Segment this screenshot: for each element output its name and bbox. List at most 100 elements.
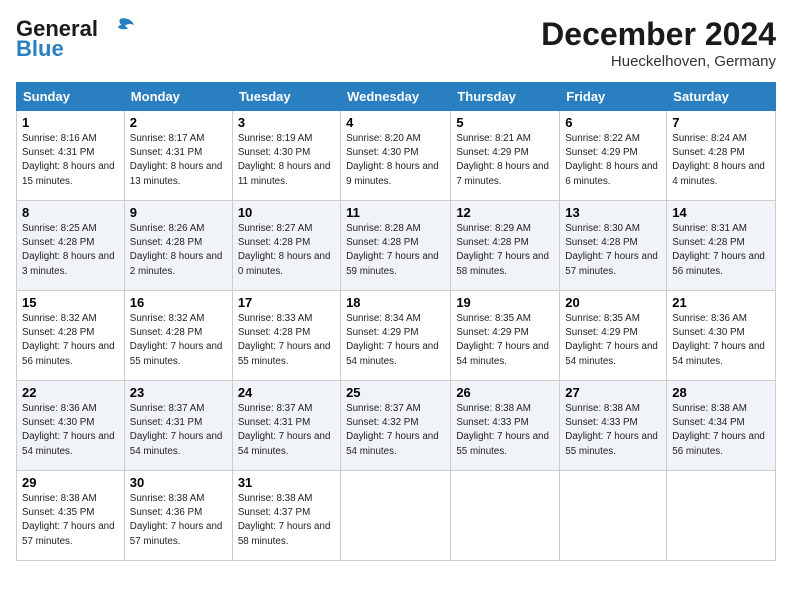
calendar-cell: 17 Sunrise: 8:33 AMSunset: 4:28 PMDaylig… xyxy=(232,291,340,381)
day-info: Sunrise: 8:37 AMSunset: 4:31 PMDaylight:… xyxy=(130,403,223,457)
calendar-cell: 13 Sunrise: 8:30 AMSunset: 4:28 PMDaylig… xyxy=(560,201,667,291)
day-number: 4 xyxy=(346,115,445,130)
day-number: 22 xyxy=(22,385,119,400)
calendar-cell: 30 Sunrise: 8:38 AMSunset: 4:36 PMDaylig… xyxy=(124,471,232,561)
weekday-header-wednesday: Wednesday xyxy=(341,83,451,111)
calendar-cell: 10 Sunrise: 8:27 AMSunset: 4:28 PMDaylig… xyxy=(232,201,340,291)
day-info: Sunrise: 8:17 AMSunset: 4:31 PMDaylight:… xyxy=(130,133,223,187)
calendar-cell: 4 Sunrise: 8:20 AMSunset: 4:30 PMDayligh… xyxy=(341,111,451,201)
month-title: December 2024 xyxy=(541,16,776,53)
day-info: Sunrise: 8:38 AMSunset: 4:33 PMDaylight:… xyxy=(456,403,549,457)
calendar-cell: 7 Sunrise: 8:24 AMSunset: 4:28 PMDayligh… xyxy=(667,111,776,201)
calendar-cell: 24 Sunrise: 8:37 AMSunset: 4:31 PMDaylig… xyxy=(232,381,340,471)
day-number: 19 xyxy=(456,295,554,310)
calendar-cell: 1 Sunrise: 8:16 AMSunset: 4:31 PMDayligh… xyxy=(17,111,125,201)
day-number: 17 xyxy=(238,295,335,310)
weekday-header-sunday: Sunday xyxy=(17,83,125,111)
day-number: 11 xyxy=(346,205,445,220)
calendar-cell: 14 Sunrise: 8:31 AMSunset: 4:28 PMDaylig… xyxy=(667,201,776,291)
day-info: Sunrise: 8:20 AMSunset: 4:30 PMDaylight:… xyxy=(346,133,439,187)
calendar-cell: 9 Sunrise: 8:26 AMSunset: 4:28 PMDayligh… xyxy=(124,201,232,291)
day-number: 15 xyxy=(22,295,119,310)
day-info: Sunrise: 8:36 AMSunset: 4:30 PMDaylight:… xyxy=(22,403,115,457)
day-info: Sunrise: 8:31 AMSunset: 4:28 PMDaylight:… xyxy=(672,223,765,277)
calendar-cell: 16 Sunrise: 8:32 AMSunset: 4:28 PMDaylig… xyxy=(124,291,232,381)
day-number: 21 xyxy=(672,295,770,310)
calendar-cell: 22 Sunrise: 8:36 AMSunset: 4:30 PMDaylig… xyxy=(17,381,125,471)
calendar-cell: 5 Sunrise: 8:21 AMSunset: 4:29 PMDayligh… xyxy=(451,111,560,201)
day-info: Sunrise: 8:32 AMSunset: 4:28 PMDaylight:… xyxy=(22,313,115,367)
day-number: 2 xyxy=(130,115,227,130)
calendar-cell xyxy=(341,471,451,561)
day-number: 26 xyxy=(456,385,554,400)
day-info: Sunrise: 8:32 AMSunset: 4:28 PMDaylight:… xyxy=(130,313,223,367)
day-number: 23 xyxy=(130,385,227,400)
day-info: Sunrise: 8:34 AMSunset: 4:29 PMDaylight:… xyxy=(346,313,439,367)
logo-bird-icon xyxy=(100,17,136,39)
calendar-cell: 23 Sunrise: 8:37 AMSunset: 4:31 PMDaylig… xyxy=(124,381,232,471)
calendar-cell: 20 Sunrise: 8:35 AMSunset: 4:29 PMDaylig… xyxy=(560,291,667,381)
day-info: Sunrise: 8:35 AMSunset: 4:29 PMDaylight:… xyxy=(456,313,549,367)
title-block: December 2024 Hueckelhoven, Germany xyxy=(541,16,776,70)
day-number: 20 xyxy=(565,295,661,310)
calendar-cell xyxy=(667,471,776,561)
calendar-cell: 8 Sunrise: 8:25 AMSunset: 4:28 PMDayligh… xyxy=(17,201,125,291)
day-info: Sunrise: 8:37 AMSunset: 4:32 PMDaylight:… xyxy=(346,403,439,457)
calendar-cell xyxy=(560,471,667,561)
day-info: Sunrise: 8:24 AMSunset: 4:28 PMDaylight:… xyxy=(672,133,765,187)
calendar-cell: 11 Sunrise: 8:28 AMSunset: 4:28 PMDaylig… xyxy=(341,201,451,291)
calendar-week-row: 8 Sunrise: 8:25 AMSunset: 4:28 PMDayligh… xyxy=(17,201,776,291)
day-number: 6 xyxy=(565,115,661,130)
day-info: Sunrise: 8:27 AMSunset: 4:28 PMDaylight:… xyxy=(238,223,331,277)
day-number: 8 xyxy=(22,205,119,220)
day-info: Sunrise: 8:38 AMSunset: 4:36 PMDaylight:… xyxy=(130,493,223,547)
calendar-table: SundayMondayTuesdayWednesdayThursdayFrid… xyxy=(16,82,776,561)
calendar-cell: 3 Sunrise: 8:19 AMSunset: 4:30 PMDayligh… xyxy=(232,111,340,201)
day-info: Sunrise: 8:30 AMSunset: 4:28 PMDaylight:… xyxy=(565,223,658,277)
calendar-cell: 19 Sunrise: 8:35 AMSunset: 4:29 PMDaylig… xyxy=(451,291,560,381)
day-number: 16 xyxy=(130,295,227,310)
day-info: Sunrise: 8:38 AMSunset: 4:35 PMDaylight:… xyxy=(22,493,115,547)
day-info: Sunrise: 8:29 AMSunset: 4:28 PMDaylight:… xyxy=(456,223,549,277)
day-number: 30 xyxy=(130,475,227,490)
calendar-week-row: 15 Sunrise: 8:32 AMSunset: 4:28 PMDaylig… xyxy=(17,291,776,381)
day-number: 18 xyxy=(346,295,445,310)
day-info: Sunrise: 8:33 AMSunset: 4:28 PMDaylight:… xyxy=(238,313,331,367)
weekday-header-thursday: Thursday xyxy=(451,83,560,111)
day-info: Sunrise: 8:25 AMSunset: 4:28 PMDaylight:… xyxy=(22,223,115,277)
day-info: Sunrise: 8:38 AMSunset: 4:37 PMDaylight:… xyxy=(238,493,331,547)
day-number: 29 xyxy=(22,475,119,490)
weekday-header-monday: Monday xyxy=(124,83,232,111)
day-info: Sunrise: 8:36 AMSunset: 4:30 PMDaylight:… xyxy=(672,313,765,367)
calendar-cell: 27 Sunrise: 8:38 AMSunset: 4:33 PMDaylig… xyxy=(560,381,667,471)
calendar-cell: 29 Sunrise: 8:38 AMSunset: 4:35 PMDaylig… xyxy=(17,471,125,561)
day-info: Sunrise: 8:38 AMSunset: 4:33 PMDaylight:… xyxy=(565,403,658,457)
day-info: Sunrise: 8:16 AMSunset: 4:31 PMDaylight:… xyxy=(22,133,115,187)
day-number: 31 xyxy=(238,475,335,490)
day-number: 27 xyxy=(565,385,661,400)
day-info: Sunrise: 8:21 AMSunset: 4:29 PMDaylight:… xyxy=(456,133,549,187)
day-number: 25 xyxy=(346,385,445,400)
day-number: 5 xyxy=(456,115,554,130)
day-number: 10 xyxy=(238,205,335,220)
weekday-header-row: SundayMondayTuesdayWednesdayThursdayFrid… xyxy=(17,83,776,111)
day-number: 12 xyxy=(456,205,554,220)
day-number: 3 xyxy=(238,115,335,130)
day-info: Sunrise: 8:22 AMSunset: 4:29 PMDaylight:… xyxy=(565,133,658,187)
calendar-cell: 6 Sunrise: 8:22 AMSunset: 4:29 PMDayligh… xyxy=(560,111,667,201)
calendar-week-row: 22 Sunrise: 8:36 AMSunset: 4:30 PMDaylig… xyxy=(17,381,776,471)
day-info: Sunrise: 8:19 AMSunset: 4:30 PMDaylight:… xyxy=(238,133,331,187)
day-number: 24 xyxy=(238,385,335,400)
location-subtitle: Hueckelhoven, Germany xyxy=(541,53,776,70)
calendar-cell: 26 Sunrise: 8:38 AMSunset: 4:33 PMDaylig… xyxy=(451,381,560,471)
calendar-cell: 21 Sunrise: 8:36 AMSunset: 4:30 PMDaylig… xyxy=(667,291,776,381)
logo: General Blue xyxy=(16,16,136,60)
weekday-header-tuesday: Tuesday xyxy=(232,83,340,111)
day-info: Sunrise: 8:38 AMSunset: 4:34 PMDaylight:… xyxy=(672,403,765,457)
day-number: 28 xyxy=(672,385,770,400)
calendar-week-row: 1 Sunrise: 8:16 AMSunset: 4:31 PMDayligh… xyxy=(17,111,776,201)
calendar-cell: 2 Sunrise: 8:17 AMSunset: 4:31 PMDayligh… xyxy=(124,111,232,201)
day-info: Sunrise: 8:28 AMSunset: 4:28 PMDaylight:… xyxy=(346,223,439,277)
weekday-header-saturday: Saturday xyxy=(667,83,776,111)
calendar-cell: 28 Sunrise: 8:38 AMSunset: 4:34 PMDaylig… xyxy=(667,381,776,471)
